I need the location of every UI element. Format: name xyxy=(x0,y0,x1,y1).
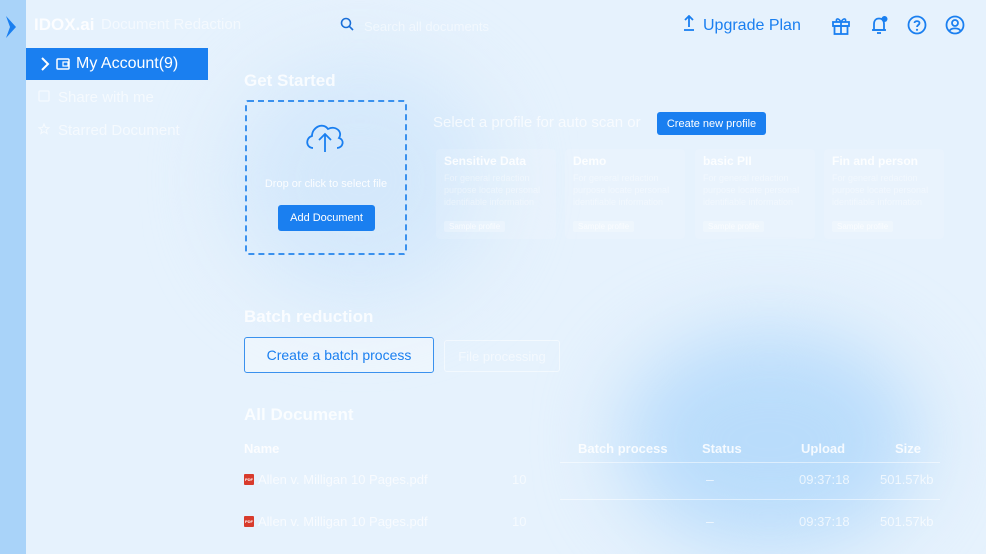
profile-card-title: basic PII xyxy=(703,154,752,168)
app-title: Document Redaction xyxy=(101,16,242,33)
upgrade-plan-button[interactable]: Upgrade Plan xyxy=(683,14,801,36)
document-upload-time: 09:37:18 xyxy=(799,472,850,487)
profile-card[interactable]: Demo For general redaction purpose locat… xyxy=(565,149,685,239)
table-row[interactable]: PDF Allen v. Milligan 10 Pages.pdf 10 – … xyxy=(244,468,944,496)
drop-hint: Drop or click to select file xyxy=(264,178,388,190)
all-document-title: All Document xyxy=(244,405,354,424)
upload-arrow-icon xyxy=(683,14,695,36)
get-started-title: Get Started xyxy=(244,71,336,90)
add-document-button[interactable]: Add Document xyxy=(278,205,375,231)
document-upload-time: 09:37:18 xyxy=(799,514,850,529)
gift-icon[interactable] xyxy=(830,14,852,36)
notification-bell-icon[interactable] xyxy=(868,14,890,36)
upgrade-plan-label: Upgrade Plan xyxy=(703,16,801,34)
file-drop-zone[interactable]: Drop or click to select file Add Documen… xyxy=(245,100,407,255)
profile-card-description: For general redaction purpose locate per… xyxy=(703,173,800,207)
document-size: 501.57kb xyxy=(880,514,934,529)
document-size: 501.57kb xyxy=(880,472,934,487)
document-status: – xyxy=(706,471,714,487)
sidebar-item-label: Share with me xyxy=(58,89,154,106)
sidebar-item-label: My Account(9) xyxy=(76,55,179,72)
profile-card-title: Fin and person xyxy=(832,154,919,168)
share-icon xyxy=(38,89,50,106)
batch-reduction-title: Batch reduction xyxy=(244,307,374,326)
column-header-size: Size xyxy=(895,441,922,456)
row-divider xyxy=(560,499,940,500)
column-header-batch-process: Batch process xyxy=(578,441,668,456)
create-batch-process-button[interactable]: Create a batch process xyxy=(244,337,434,373)
column-header-upload: Upload xyxy=(801,441,846,456)
profile-card-tag: Sample profile xyxy=(444,221,506,232)
help-icon[interactable] xyxy=(906,14,928,36)
column-header-name: Name xyxy=(244,441,280,456)
search-icon xyxy=(340,17,354,36)
document-pages: 10 xyxy=(512,472,527,487)
sidebar-item-starred-document[interactable]: Starred Document xyxy=(37,122,180,139)
profile-card-description: For general redaction purpose locate per… xyxy=(573,173,670,207)
table-row[interactable]: PDF Allen v. Milligan 10 Pages.pdf 10 – … xyxy=(244,510,944,538)
document-name[interactable]: Allen v. Milligan 10 Pages.pdf xyxy=(258,514,428,529)
brand-name: IDOX.ai xyxy=(34,15,95,34)
file-processing-button[interactable]: File processing xyxy=(444,340,560,372)
sidebar-item-my-account[interactable]: My Account(9) xyxy=(26,48,208,80)
document-pages: 10 xyxy=(512,514,527,529)
profile-card[interactable]: Fin and person For general redaction pur… xyxy=(824,149,944,239)
app-logo-icon[interactable] xyxy=(4,14,18,45)
profile-card-title: Sensitive Data xyxy=(444,154,527,168)
profile-card-tag: Sample profile xyxy=(703,221,765,232)
chevron-right-icon xyxy=(40,57,50,71)
star-icon xyxy=(37,122,51,139)
cloud-upload-icon xyxy=(303,116,347,161)
sidebar-item-share-with-me[interactable]: Share with me xyxy=(38,89,154,106)
pdf-file-icon: PDF xyxy=(244,474,254,485)
search-bar[interactable] xyxy=(340,14,640,38)
profile-card-tag: Sample profile xyxy=(573,221,635,232)
sidebar-item-label: Starred Document xyxy=(58,122,180,139)
search-input[interactable] xyxy=(362,17,606,35)
profile-card-description: For general redaction purpose locate per… xyxy=(832,173,929,207)
profile-card-tag: Sample profile xyxy=(832,221,894,232)
user-account-icon[interactable] xyxy=(944,14,966,36)
create-new-profile-button[interactable]: Create new profile xyxy=(657,112,766,135)
profile-card-description: For general redaction purpose locate per… xyxy=(444,173,541,207)
profile-card[interactable]: Sensitive Data For general redaction pur… xyxy=(436,149,556,239)
document-name[interactable]: Allen v. Milligan 10 Pages.pdf xyxy=(258,472,428,487)
pdf-file-icon: PDF xyxy=(244,516,254,527)
profile-card-title: Demo xyxy=(573,154,607,168)
profile-prompt: Select a profile for auto scan or xyxy=(433,114,641,131)
folder-icon xyxy=(56,58,70,70)
profile-card[interactable]: basic PII For general redaction purpose … xyxy=(695,149,815,239)
row-divider xyxy=(560,462,940,463)
left-rail xyxy=(0,0,26,554)
column-header-status: Status xyxy=(702,441,742,456)
header-actions xyxy=(830,14,966,36)
document-status: – xyxy=(706,513,714,529)
